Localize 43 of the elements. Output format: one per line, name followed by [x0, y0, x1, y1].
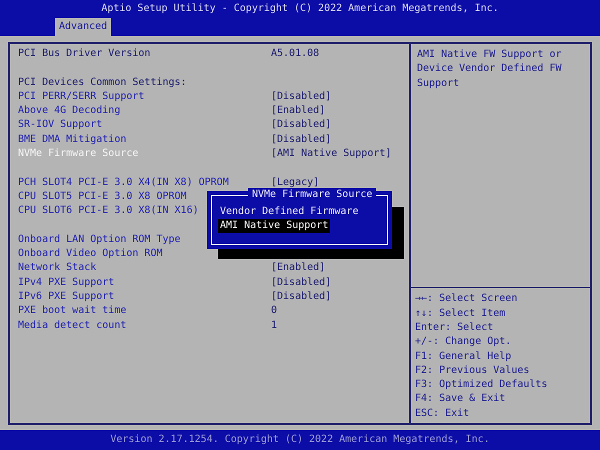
key-hint: F2: Previous Values — [415, 364, 530, 378]
setting-value: A5.01.08 — [271, 47, 320, 61]
setting-value: [Legacy] — [271, 176, 320, 189]
key-hint: ESC: Exit — [415, 406, 470, 421]
setting-value: [AMI Native Support] — [271, 147, 392, 162]
help-text: AMI Native FW Support or Device Vendor Defined FW Support — [416, 48, 562, 91]
key-hint: F1: General Help — [415, 350, 512, 364]
setting-value: [Disabled] — [271, 276, 332, 290]
setting-value: [Disabled] — [271, 290, 332, 304]
key-hint: ↑↓: Select Item — [415, 306, 506, 321]
key-hint: +/-: Change Opt. — [415, 335, 512, 350]
setting-label[interactable]: PCH SLOT4 PCI-E 3.0 X4(IN X8) OPROM — [18, 176, 229, 190]
key-hint: F3: Optimized Defaults — [415, 378, 548, 392]
tab[interactable]: Advanced — [55, 18, 112, 36]
setting-label[interactable]: IPv6 PXE Support — [18, 290, 114, 304]
setting-label: PCI Devices Common Settings: — [18, 76, 187, 90]
setting-label[interactable]: Network Stack — [18, 261, 96, 276]
setting-label[interactable]: Media detect count — [18, 318, 126, 333]
setting-label[interactable]: CPU SLOT6 PCI-E 3.0 X8(IN X16) — [18, 204, 199, 219]
setting-label[interactable]: Onboard LAN Option ROM Type — [18, 232, 181, 248]
setting-value: [Enabled] — [271, 261, 326, 276]
key-hint: Enter: Select — [415, 320, 494, 335]
popup-option[interactable]: AMI Native Support — [218, 219, 330, 233]
setting-label[interactable]: PXE boot wait time — [18, 304, 126, 319]
key-hint: F4: Save & Exit — [415, 392, 506, 406]
setting-value: 1 — [271, 318, 278, 333]
key-hint: →←: Select Screen — [415, 292, 518, 306]
popup-option[interactable]: Vendor Defined Firmware — [218, 205, 360, 219]
setting-label[interactable]: BME DMA Mitigation — [18, 132, 126, 148]
setting-label[interactable]: SR-IOV Support — [18, 118, 102, 133]
setting-label[interactable]: CPU SLOT5 PCI-E 3.0 X8 OPROM — [18, 190, 187, 204]
setting-label[interactable]: IPv4 PXE Support — [18, 276, 114, 290]
setting-label[interactable]: PCI PERR/SERR Support — [18, 90, 144, 104]
status-bar: Version 2.17.1254. Copyright (C) 2022 American Megatrends, Inc. — [0, 430, 600, 450]
setting-label[interactable]: Onboard Video Option ROM — [18, 247, 162, 262]
setting-label[interactable]: Above 4G Decoding — [18, 104, 120, 118]
setting-value: [Disabled] — [271, 118, 332, 132]
setting-value: [Enabled] — [271, 104, 326, 118]
setting-value: 0 — [271, 304, 278, 318]
setting-value: [Disabled] — [271, 90, 332, 104]
window-title: Aptio Setup Utility - Copyright (C) 2022 American Megatrends, Inc. — [100, 2, 500, 16]
setting-value: [Disabled] — [271, 132, 332, 147]
setting-label: PCI Bus Driver Version — [18, 47, 150, 61]
